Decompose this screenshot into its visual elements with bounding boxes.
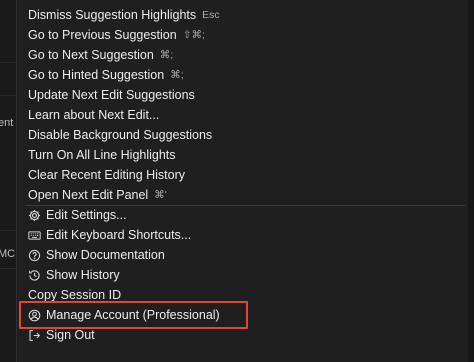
menu-item-label: Show Documentation [46, 248, 165, 262]
background-divider [0, 268, 16, 269]
menu-item-label: Sign Out [46, 328, 95, 342]
menu-item-label: Show History [46, 268, 120, 282]
gear-icon [28, 209, 41, 222]
menu-item-label: Turn On All Line Highlights [28, 148, 176, 162]
background-divider [0, 95, 16, 96]
menu-item-copy-session-id[interactable]: Copy Session ID [17, 285, 468, 305]
menu-item-dismiss-suggestion-highlights[interactable]: Dismiss Suggestion Highlights Esc [17, 5, 468, 25]
menu-item-go-to-next-suggestion[interactable]: Go to Next Suggestion ⌘; [17, 45, 468, 65]
menu-item-update-next-edit-suggestions[interactable]: Update Next Edit Suggestions [17, 85, 468, 105]
menu-item-label: Manage Account (Professional) [46, 308, 220, 322]
menu-item-label: Edit Settings... [46, 208, 127, 222]
menu-item-show-history[interactable]: Show History [17, 265, 468, 285]
menu-item-sign-out[interactable]: Sign Out [17, 325, 468, 345]
account-icon [28, 309, 41, 322]
menu-item-edit-keyboard-shortcuts[interactable]: Edit Keyboard Shortcuts... [17, 225, 468, 245]
menu-item-learn-about-next-edit[interactable]: Learn about Next Edit... [17, 105, 468, 125]
menu-item-label: Go to Next Suggestion [28, 48, 154, 62]
menu-item-shortcut: Esc [202, 9, 220, 21]
menu-item-edit-settings[interactable]: Edit Settings... [17, 205, 468, 225]
menu-item-go-to-hinted-suggestion[interactable]: Go to Hinted Suggestion ⌘; [17, 65, 468, 85]
menu-item-shortcut: ⌘; [159, 49, 174, 61]
menu-item-turn-on-all-line-highlights[interactable]: Turn On All Line Highlights [17, 145, 468, 165]
menu-item-label: Clear Recent Editing History [28, 168, 186, 182]
background-text-fragment: MC [0, 248, 16, 260]
menu-item-label: Update Next Edit Suggestions [28, 88, 195, 102]
menu-item-label: Disable Background Suggestions [28, 128, 213, 142]
menu-item-label: Edit Keyboard Shortcuts... [46, 228, 192, 242]
menu-item-show-documentation[interactable]: Show Documentation [17, 245, 468, 265]
sign-out-icon [28, 329, 41, 342]
menu-item-clear-recent-editing-history[interactable]: Clear Recent Editing History [17, 165, 468, 185]
menu-item-label: Copy Session ID [28, 288, 122, 302]
menu-item-label: Open Next Edit Panel [28, 188, 149, 202]
menu-item-open-next-edit-panel[interactable]: Open Next Edit Panel ⌘' [17, 185, 468, 205]
menu-item-disable-background-suggestions[interactable]: Disable Background Suggestions [17, 125, 468, 145]
help-circle-icon [28, 249, 41, 262]
keyboard-icon [28, 229, 41, 242]
menu-item-go-to-previous-suggestion[interactable]: Go to Previous Suggestion ⇧⌘; [17, 25, 468, 45]
menu-item-shortcut: ⇧⌘; [182, 29, 205, 41]
history-icon [28, 269, 41, 282]
screen: ent MC Dismiss Suggestion Highlights Esc… [0, 0, 474, 362]
menu-item-shortcut: ⌘' [154, 189, 167, 201]
menu-item-label: Learn about Next Edit... [28, 108, 160, 122]
background-divider [0, 62, 16, 63]
background-divider [0, 230, 16, 231]
menu-item-manage-account[interactable]: Manage Account (Professional) [17, 305, 468, 325]
next-edit-context-menu: Dismiss Suggestion Highlights Esc Go to … [16, 0, 468, 362]
menu-item-shortcut: ⌘; [170, 69, 184, 81]
editor-background [0, 0, 16, 362]
background-text-fragment: ent [0, 117, 14, 129]
menu-item-label: Go to Previous Suggestion [28, 28, 177, 42]
menu-item-label: Dismiss Suggestion Highlights [28, 8, 197, 22]
menu-item-label: Go to Hinted Suggestion [28, 68, 165, 82]
